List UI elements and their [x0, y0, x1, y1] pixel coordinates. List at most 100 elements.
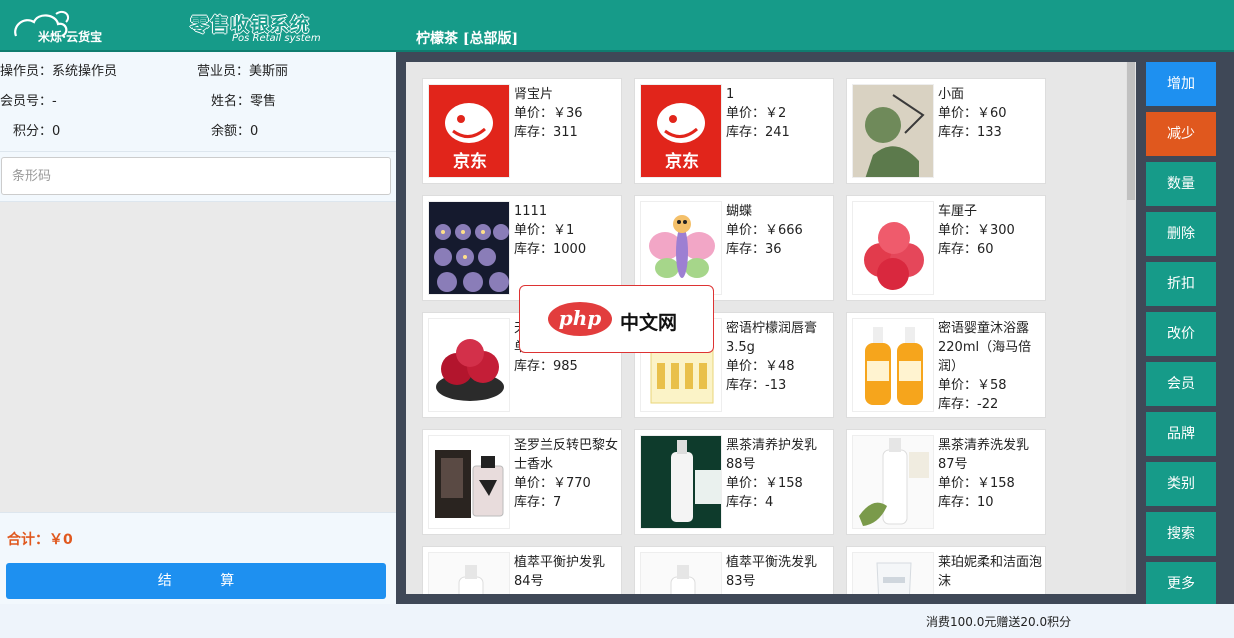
product-price: 单价：￥36 [514, 106, 583, 121]
product-stock: 库存：7 [514, 495, 562, 510]
product-name: 蝴蝶 [726, 204, 753, 219]
checkout-button[interactable]: 结 算 [6, 563, 386, 599]
product-card[interactable]: 小面 单价：￥60 库存：133 [846, 78, 1046, 184]
barcode-input[interactable] [1, 157, 391, 195]
product-name: 小面 [938, 87, 965, 102]
balance-label: 余额：0 [211, 124, 259, 139]
action-bar: 增加减少数量删除折扣改价会员品牌类别搜索更多 [1144, 52, 1234, 606]
product-info: 圣罗兰反转巴黎女士香水单价：￥770 库存：7 [514, 436, 620, 512]
product-stock: 库存：-22 [938, 397, 999, 412]
product-image: 京东 [640, 84, 722, 178]
product-name: 肾宝片 [514, 87, 554, 102]
product-price: 单价：￥770 [514, 476, 591, 491]
product-price: 单价：￥1 [514, 223, 575, 238]
product-stock: 库存：985 [514, 359, 578, 374]
product-price: 单价：￥60 [938, 106, 1007, 121]
member-no-label: 会员号：- [0, 94, 57, 109]
product-stock: 库存：311 [514, 125, 578, 140]
action-button-9[interactable]: 搜索 [1146, 512, 1216, 556]
product-area: 京东 肾宝片单价：￥36 库存：311 京东 1 单价：￥2 库存：241 小面单价：￥60 库… [396, 52, 1144, 604]
product-name: 植萃平衡护发乳84号 [514, 555, 606, 589]
action-button-7[interactable]: 品牌 [1146, 412, 1216, 456]
session-info: 操作员：系统操作员 营业员：美斯丽 会员号：- 姓名：零售 积分：0 余额：0 [0, 52, 396, 152]
product-info: 密语柠檬润唇膏3.5g 单价：￥48 库存：-13 [726, 319, 832, 395]
product-card[interactable]: 黑茶清养护发乳88号 单价：￥158 库存：4 [634, 429, 834, 535]
product-stock: 库存：10 [938, 495, 994, 510]
action-button-5[interactable]: 改价 [1146, 312, 1216, 356]
product-info: 小面 单价：￥60 库存：133 [938, 85, 1044, 142]
action-button-8[interactable]: 类别 [1146, 462, 1216, 506]
product-image [428, 201, 510, 295]
cart-panel: 操作员：系统操作员 营业员：美斯丽 会员号：- 姓名：零售 积分：0 余额：0 … [0, 52, 396, 604]
product-card[interactable]: 植萃平衡护发乳84号 [422, 546, 622, 594]
product-info: 1111 单价：￥1 库存：1000 [514, 202, 620, 259]
product-card[interactable]: 密语婴童沐浴露220ml（海马倍润） 单价：￥58 库存：-22 [846, 312, 1046, 418]
product-card[interactable]: 植萃平衡洗发乳83号 [634, 546, 834, 594]
product-image [428, 318, 510, 412]
product-name: 密语婴童沐浴露220ml（海马倍润） [938, 321, 1032, 374]
php-logo: php [548, 302, 612, 336]
product-info: 植萃平衡洗发乳83号 [726, 553, 832, 591]
product-stock: 库存：241 [726, 125, 790, 140]
action-button-2[interactable]: 数量 [1146, 162, 1216, 206]
product-image [640, 435, 722, 529]
brand-logo: 米烁·云货宝 [12, 8, 112, 46]
store-name: 柠檬茶 [总部版] [416, 31, 519, 47]
product-card[interactable]: 黑茶清养洗发乳87号 单价：￥158 库存：10 [846, 429, 1046, 535]
product-info: 黑茶清养洗发乳87号 单价：￥158 库存：10 [938, 436, 1044, 512]
logo-text: 米烁·云货宝 [38, 30, 103, 44]
product-card[interactable]: 京东 肾宝片单价：￥36 库存：311 [422, 78, 622, 184]
grid-scroll-thumb[interactable] [1127, 62, 1135, 200]
product-name: 黑茶清养护发乳88号 [726, 438, 818, 472]
product-stock: 库存：60 [938, 242, 994, 257]
action-button-10[interactable]: 更多 [1146, 562, 1216, 606]
member-name-label: 姓名：零售 [211, 94, 277, 109]
action-button-1[interactable]: 减少 [1146, 112, 1216, 156]
points-label: 积分：0 [13, 124, 61, 139]
operator-label: 操作员：系统操作员 [0, 64, 118, 79]
product-name: 车厘子 [938, 204, 978, 219]
svg-text:京东: 京东 [665, 151, 699, 172]
product-image [852, 318, 934, 412]
barcode-area [0, 152, 396, 202]
action-button-4[interactable]: 折扣 [1146, 262, 1216, 306]
product-card[interactable]: 莱珀妮柔和洁面泡沫 [846, 546, 1046, 594]
product-price: 单价：￥666 [726, 223, 803, 238]
action-button-0[interactable]: 增加 [1146, 62, 1216, 106]
product-name: 植萃平衡洗发乳83号 [726, 555, 818, 589]
product-info: 密语婴童沐浴露220ml（海马倍润） 单价：￥58 库存：-22 [938, 319, 1044, 414]
grid-scrollbar[interactable] [1126, 62, 1136, 594]
product-image [852, 84, 934, 178]
product-grid[interactable]: 京东 肾宝片单价：￥36 库存：311 京东 1 单价：￥2 库存：241 小面单价：￥60 库… [406, 62, 1136, 594]
product-price: 单价：￥2 [726, 106, 787, 121]
action-button-3[interactable]: 删除 [1146, 212, 1216, 256]
svg-text:京东: 京东 [453, 151, 487, 172]
action-scrollbar[interactable] [1224, 52, 1234, 604]
checkout-area: 合计：￥0 结 算 [0, 512, 396, 604]
product-name: 黑茶清养洗发乳87号 [938, 438, 1030, 472]
product-image [640, 201, 722, 295]
product-image [852, 201, 934, 295]
system-subtitle: Pos Retail system [232, 33, 321, 44]
action-button-6[interactable]: 会员 [1146, 362, 1216, 406]
product-card[interactable]: 京东 1 单价：￥2 库存：241 [634, 78, 834, 184]
product-card[interactable]: 车厘子 单价：￥300 库存：60 [846, 195, 1046, 301]
product-info: 植萃平衡护发乳84号 [514, 553, 620, 591]
product-stock: 库存：1000 [514, 242, 587, 257]
product-card[interactable]: 圣罗兰反转巴黎女士香水单价：￥770 库存：7 [422, 429, 622, 535]
product-name: 1 [726, 87, 735, 102]
product-price: 单价：￥48 [726, 359, 795, 374]
watermark: php 中文网 [519, 285, 714, 353]
product-info: 肾宝片单价：￥36 库存：311 [514, 85, 620, 142]
clerk-label: 营业员：美斯丽 [197, 64, 289, 79]
product-price: 单价：￥58 [938, 378, 1007, 393]
product-image [640, 552, 722, 594]
watermark-text: 中文网 [620, 312, 678, 334]
product-info: 车厘子 单价：￥300 库存：60 [938, 202, 1044, 259]
product-name: 密语柠檬润唇膏3.5g [726, 321, 818, 355]
product-stock: 库存：4 [726, 495, 774, 510]
product-name: 圣罗兰反转巴黎女士香水 [514, 438, 619, 472]
product-info: 莱珀妮柔和洁面泡沫 [938, 553, 1044, 591]
product-info: 1 单价：￥2 库存：241 [726, 85, 832, 142]
product-name: 莱珀妮柔和洁面泡沫 [938, 555, 1043, 589]
